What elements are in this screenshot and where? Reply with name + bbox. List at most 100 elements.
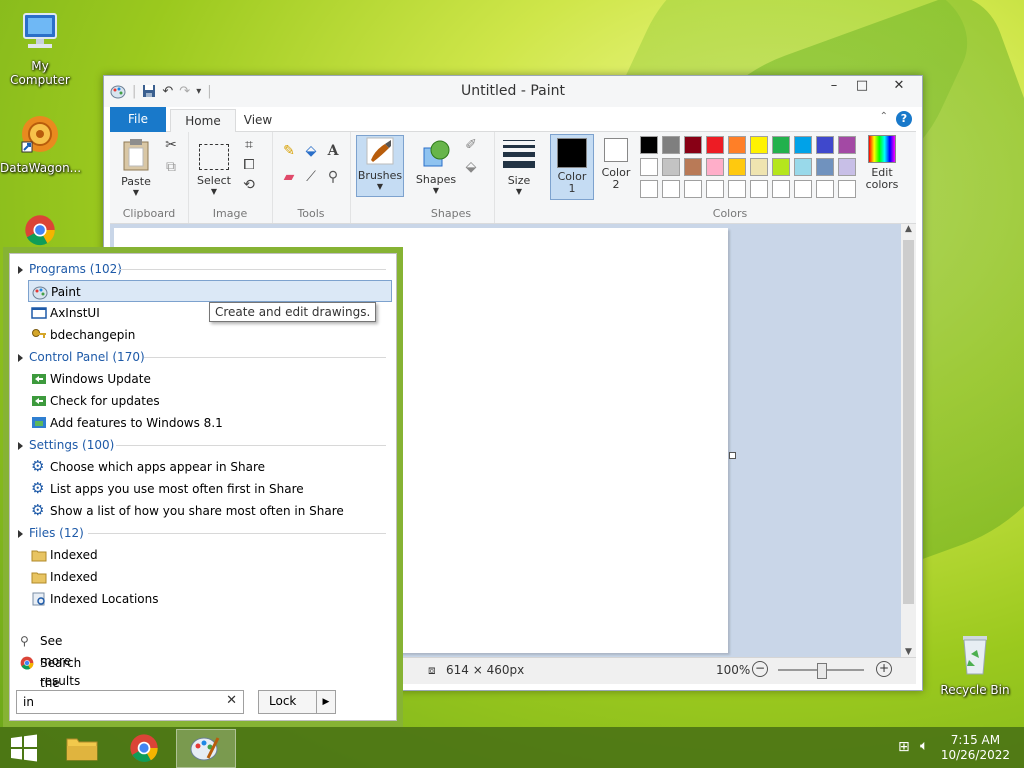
title-bar[interactable]: | ↶ ↷ ▾ | Untitled - Paint – □ ✕ (104, 76, 922, 107)
pencil-icon[interactable]: ✎ (280, 142, 298, 160)
result-check-for-updates[interactable]: Check for updates (28, 390, 392, 412)
tab-file[interactable]: File (110, 107, 166, 132)
custom-color-swatch[interactable] (816, 180, 834, 198)
color1-button[interactable]: Color 1 (550, 134, 594, 200)
shapes-button[interactable]: Shapes ▼ (414, 138, 458, 195)
palette-swatch[interactable] (750, 158, 768, 176)
close-button[interactable]: ✕ (876, 76, 922, 98)
palette-swatch[interactable] (684, 136, 702, 154)
palette-swatch[interactable] (772, 158, 790, 176)
custom-color-swatch[interactable] (662, 180, 680, 198)
palette-swatch[interactable] (662, 158, 680, 176)
network-icon[interactable]: ⊞ (898, 739, 910, 755)
result-paint[interactable]: Paint (28, 280, 392, 302)
color-picker-icon[interactable]: ⟋ (302, 168, 320, 186)
group-brushes: Brushes ▼ (350, 132, 408, 223)
fill-bucket-icon[interactable]: ⬙ (302, 142, 320, 160)
zoom-slider[interactable] (778, 663, 864, 679)
custom-color-swatch[interactable] (750, 180, 768, 198)
palette-swatch[interactable] (662, 136, 680, 154)
result-setting-share-list[interactable]: ⚙ Show a list of how you share most ofte… (28, 500, 392, 522)
clock[interactable]: 7:15 AM 10/26/2022 (941, 733, 1010, 763)
zoom-in-button[interactable]: + (876, 661, 892, 677)
help-icon[interactable]: ? (896, 111, 912, 127)
result-file-indexed[interactable]: Indexed (28, 566, 392, 588)
taskbar-paint[interactable] (176, 729, 236, 768)
result-indexed-locations[interactable]: Indexed Locations (28, 588, 392, 610)
category-control-panel[interactable]: Control Panel (170) (16, 347, 145, 367)
desktop-icon-my-computer[interactable]: My Computer (0, 10, 80, 87)
fill-icon[interactable]: ⬙ (462, 158, 480, 176)
category-settings[interactable]: Settings (100) (16, 435, 114, 455)
palette-swatch[interactable] (794, 158, 812, 176)
volume-icon[interactable]: 🔈︎ (920, 738, 928, 754)
clear-search-icon[interactable]: ✕ (226, 693, 237, 708)
cut-icon[interactable]: ✂ (162, 136, 180, 154)
desktop-icon-datawagon[interactable]: DataWagon... (0, 112, 81, 175)
crop-icon[interactable]: ⌗ (240, 136, 258, 154)
power-options-arrow-icon[interactable]: ▶ (316, 691, 335, 713)
palette-swatch[interactable] (728, 136, 746, 154)
category-programs[interactable]: Programs (102) (16, 259, 122, 279)
resize-icon[interactable]: ⧠ (240, 156, 258, 174)
custom-color-swatch[interactable] (706, 180, 724, 198)
palette-swatch[interactable] (728, 158, 746, 176)
custom-color-swatch[interactable] (772, 180, 790, 198)
maximize-button[interactable]: □ (848, 76, 876, 98)
search-input[interactable] (21, 693, 221, 711)
palette-swatch[interactable] (706, 136, 724, 154)
edit-colors-button[interactable]: Edit colors (860, 135, 904, 191)
size-button[interactable]: Size ▼ (500, 138, 538, 196)
result-setting-list-apps[interactable]: ⚙ List apps you use most often first in … (28, 478, 392, 500)
palette-swatch[interactable] (750, 136, 768, 154)
custom-color-swatch[interactable] (794, 180, 812, 198)
vertical-scrollbar[interactable]: ▲ ▼ (901, 224, 916, 657)
taskbar-chrome[interactable] (116, 729, 172, 766)
result-bdechangepin[interactable]: bdechangepin (28, 324, 392, 346)
palette-swatch[interactable] (816, 136, 834, 154)
minimize-ribbon-icon[interactable]: ⌃ (880, 111, 888, 122)
custom-color-swatch[interactable] (640, 180, 658, 198)
text-tool-icon[interactable]: A (324, 142, 342, 160)
tab-home[interactable]: Home (170, 109, 236, 133)
result-setting-share-apps[interactable]: ⚙ Choose which apps appear in Share (28, 456, 392, 478)
zoom-out-button[interactable]: − (752, 661, 768, 677)
palette-swatch[interactable] (640, 136, 658, 154)
result-file-indexed[interactable]: Indexed (28, 544, 392, 566)
custom-color-swatch[interactable] (728, 180, 746, 198)
palette-swatch[interactable] (838, 158, 856, 176)
taskbar-file-explorer[interactable] (54, 729, 110, 766)
color2-button[interactable]: Color 2 (596, 135, 636, 191)
resize-handle[interactable] (729, 452, 736, 459)
scroll-thumb[interactable] (903, 240, 914, 604)
custom-color-swatch[interactable] (838, 180, 856, 198)
scroll-down-icon[interactable]: ▼ (901, 647, 916, 657)
scroll-up-icon[interactable]: ▲ (901, 224, 916, 234)
minimize-button[interactable]: – (820, 76, 848, 98)
outline-icon[interactable]: ✐ (462, 136, 480, 154)
select-button[interactable]: Select ▼ (192, 138, 236, 196)
palette-swatch[interactable] (838, 136, 856, 154)
desktop-icon-recycle-bin[interactable]: Recycle Bin (935, 630, 1015, 697)
palette-swatch[interactable] (816, 158, 834, 176)
result-add-features[interactable]: Add features to Windows 8.1 (28, 412, 392, 434)
palette-swatch[interactable] (640, 158, 658, 176)
lock-button[interactable]: Lock ▶ (258, 690, 336, 714)
magnifier-icon[interactable]: ⚲ (324, 168, 342, 186)
palette-swatch[interactable] (772, 136, 790, 154)
copy-icon[interactable]: ⧉ (162, 158, 180, 176)
brushes-button[interactable]: Brushes ▼ (356, 135, 404, 197)
search-box[interactable]: ✕ (16, 690, 244, 714)
paste-button[interactable]: Paste ▼ (116, 138, 156, 197)
palette-swatch[interactable] (684, 158, 702, 176)
custom-color-swatch[interactable] (684, 180, 702, 198)
category-files[interactable]: Files (12) (16, 523, 84, 543)
palette-swatch[interactable] (706, 158, 724, 176)
eraser-icon[interactable]: ▰ (280, 168, 298, 186)
start-button[interactable] (0, 729, 56, 766)
palette-swatch[interactable] (794, 136, 812, 154)
rotate-icon[interactable]: ⟲ (240, 176, 258, 194)
zoom-slider-thumb[interactable] (817, 663, 827, 679)
tab-view[interactable]: View (238, 109, 278, 131)
result-windows-update[interactable]: Windows Update (28, 368, 392, 390)
